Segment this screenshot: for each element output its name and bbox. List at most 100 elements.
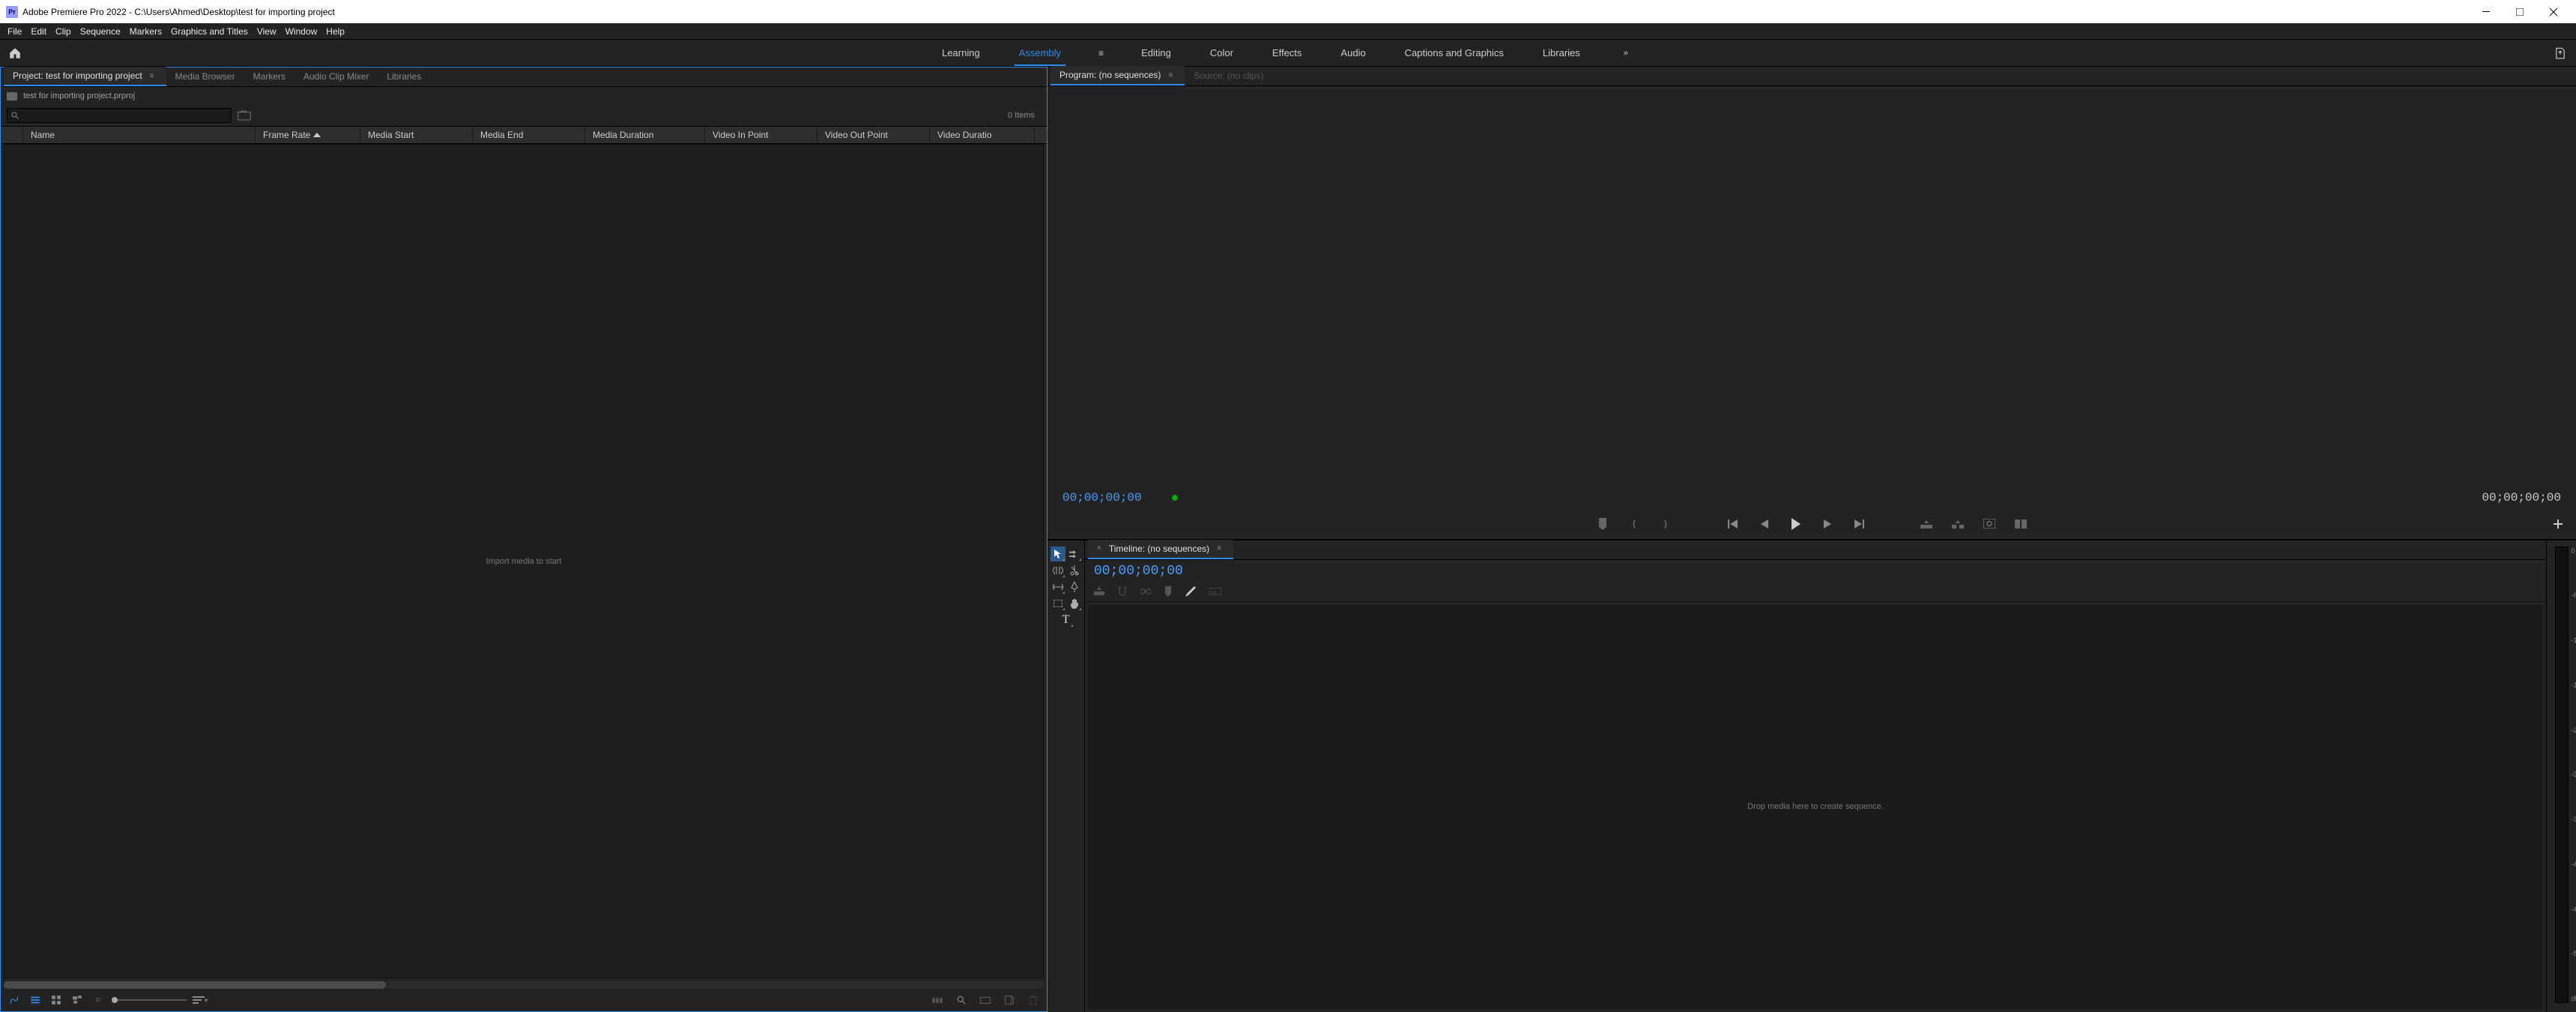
menu-edit[interactable]: Edit (26, 23, 51, 40)
search-icon (10, 111, 19, 120)
track-select-tool[interactable] (1067, 546, 1082, 561)
workspace-overflow-icon[interactable]: » (1615, 49, 1637, 58)
col-toggle[interactable] (1, 127, 23, 143)
horizontal-scrollbar[interactable] (4, 981, 1044, 989)
export-frame-button[interactable] (1980, 515, 1998, 533)
col-media-end[interactable]: Media End (473, 127, 585, 143)
new-bin-button[interactable] (238, 110, 251, 121)
snap-magnet-icon[interactable] (1118, 586, 1127, 597)
program-tc-left[interactable]: 00;00;00;00 (1062, 491, 1142, 505)
program-position-indicator[interactable] (1172, 496, 1247, 499)
col-frame-rate[interactable]: Frame Rate (256, 127, 360, 143)
selection-tool[interactable] (1050, 546, 1065, 561)
step-forward-button[interactable] (1818, 515, 1836, 533)
scrollbar-thumb[interactable] (4, 981, 386, 989)
workspace-libraries[interactable]: Libraries (1538, 40, 1585, 66)
workspace-learning[interactable]: Learning (937, 40, 985, 66)
home-button[interactable] (0, 46, 30, 60)
col-video-duration[interactable]: Video Duratio (930, 127, 1035, 143)
menu-view[interactable]: View (253, 23, 281, 40)
col-media-start[interactable]: Media Start (360, 127, 473, 143)
menu-graphics-titles[interactable]: Graphics and Titles (166, 23, 253, 40)
menu-clip[interactable]: Clip (51, 23, 76, 40)
timeline-timecode[interactable]: 00;00;00;00 (1094, 564, 1183, 579)
menu-sequence[interactable]: Sequence (76, 23, 125, 40)
program-panel-menu-icon[interactable]: ≡ (1165, 71, 1176, 79)
workspace-color[interactable]: Color (1206, 40, 1238, 66)
program-monitor-panel: Program: (no sequences) ≡ Source: (no cl… (1047, 67, 2576, 540)
ripple-edit-tool[interactable] (1050, 563, 1065, 578)
zoom-slider[interactable] (112, 999, 187, 1001)
minimize-button[interactable] (2469, 0, 2503, 23)
panel-menu-icon[interactable]: ≡ (147, 72, 157, 80)
rectangle-tool[interactable] (1050, 596, 1065, 611)
project-panel: Project: test for importing project ≡ Me… (0, 67, 1047, 1012)
workspace-effects[interactable]: Effects (1268, 40, 1307, 66)
tab-libraries[interactable]: Libraries (378, 67, 430, 86)
new-item-button[interactable] (1002, 993, 1017, 1008)
maximize-button[interactable] (2503, 0, 2536, 23)
type-tool[interactable]: T (1059, 612, 1074, 627)
linked-selection-icon[interactable] (1140, 588, 1151, 595)
timeline-track-area[interactable]: Drop media here to create sequence. (1088, 605, 2543, 1010)
tab-media-browser[interactable]: Media Browser (166, 67, 244, 86)
extract-button[interactable] (1949, 515, 1967, 533)
sort-menu-button[interactable]: ▾ (193, 993, 208, 1008)
tab-project[interactable]: Project: test for importing project ≡ (4, 67, 166, 86)
new-bin-button2[interactable] (978, 993, 993, 1008)
program-tabs: Program: (no sequences) ≡ Source: (no cl… (1047, 67, 2576, 86)
tab-markers[interactable]: Markers (244, 67, 294, 86)
main-layout: Project: test for importing project ≡ Me… (0, 67, 2576, 1012)
col-name[interactable]: Name (23, 127, 256, 143)
tab-audio-clip-mixer[interactable]: Audio Clip Mixer (294, 67, 378, 86)
insert-sequence-icon[interactable] (1094, 587, 1104, 596)
workspace-captions-graphics[interactable]: Captions and Graphics (1400, 40, 1508, 66)
workspace-menu-icon[interactable]: ≡ (1095, 48, 1107, 58)
tab-close-icon[interactable]: × (1097, 544, 1101, 552)
icon-view-button[interactable] (49, 993, 64, 1008)
delete-button[interactable] (1026, 993, 1041, 1008)
tab-source[interactable]: Source: (no clips) (1185, 66, 1272, 85)
search-input[interactable] (19, 111, 228, 120)
mark-out-button[interactable]: } (1657, 515, 1675, 533)
add-marker-button[interactable] (1594, 515, 1612, 533)
lift-button[interactable] (1917, 515, 1935, 533)
hand-tool[interactable] (1067, 596, 1082, 611)
automate-to-sequence-button[interactable]: ▮▮▮ (930, 993, 945, 1008)
zoom-out-icon[interactable]: ○ (91, 993, 106, 1008)
caption-track-icon[interactable]: cc (1209, 588, 1221, 595)
slip-tool[interactable] (1050, 579, 1065, 594)
go-to-in-button[interactable] (1724, 515, 1742, 533)
freeform-view-button[interactable] (7, 993, 22, 1008)
comparison-view-button[interactable] (2012, 515, 2030, 533)
col-video-in[interactable]: Video In Point (705, 127, 817, 143)
list-view-button[interactable] (28, 993, 43, 1008)
freeform-view2-button[interactable] (70, 993, 85, 1008)
find-button[interactable] (954, 993, 969, 1008)
tab-timeline[interactable]: × Timeline: (no sequences) ≡ (1088, 540, 1233, 559)
workspace-audio[interactable]: Audio (1336, 40, 1370, 66)
close-button[interactable] (2536, 0, 2570, 23)
razor-tool[interactable] (1067, 563, 1082, 578)
play-button[interactable] (1787, 515, 1805, 533)
workspace-editing[interactable]: Editing (1137, 40, 1176, 66)
menu-help[interactable]: Help (321, 23, 349, 40)
timeline-panel-menu-icon[interactable]: ≡ (1214, 544, 1224, 552)
go-to-out-button[interactable] (1850, 515, 1868, 533)
add-marker2-icon[interactable] (1164, 586, 1172, 597)
quick-export-button[interactable] (2545, 46, 2576, 60)
button-editor-button[interactable] (2549, 515, 2567, 533)
project-content-area[interactable]: Import media to start (4, 144, 1044, 978)
step-back-button[interactable] (1756, 515, 1774, 533)
workspace-assembly[interactable]: Assembly (1015, 40, 1065, 66)
mark-in-button[interactable]: { (1625, 515, 1643, 533)
timeline-settings-icon[interactable] (1185, 586, 1196, 597)
menu-window[interactable]: Window (281, 23, 322, 40)
col-media-duration[interactable]: Media Duration (585, 127, 705, 143)
menu-markers[interactable]: Markers (125, 23, 166, 40)
tab-program[interactable]: Program: (no sequences) ≡ (1050, 66, 1185, 85)
pen-tool[interactable] (1067, 579, 1082, 594)
menu-file[interactable]: File (3, 23, 26, 40)
audio-meter-panel: 0 -6 -12 -18 -24 -30 -36 -42 -48 -54 dB (2546, 540, 2576, 1012)
col-video-out[interactable]: Video Out Point (817, 127, 930, 143)
